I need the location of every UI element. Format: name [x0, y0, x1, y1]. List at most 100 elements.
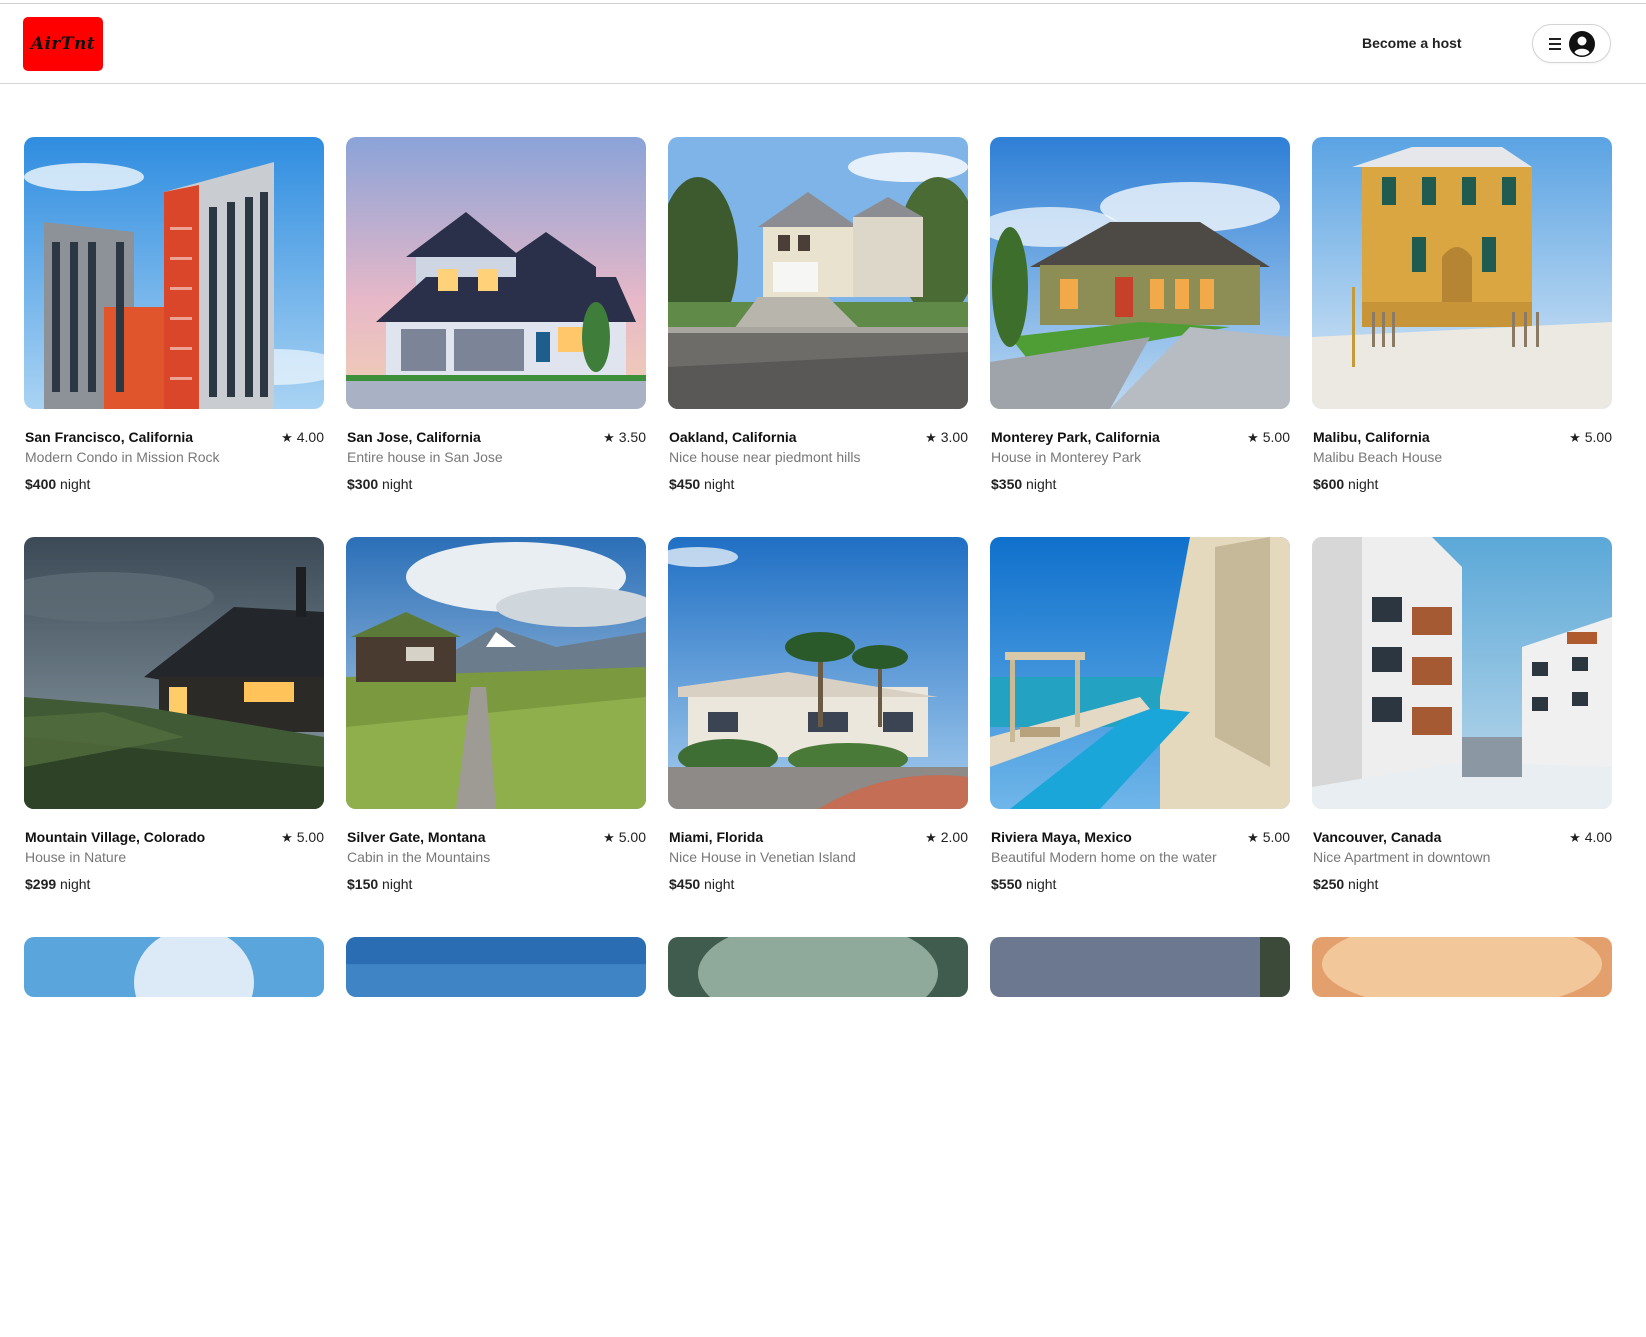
listing-rating: ★ 5.00 — [603, 829, 646, 846]
listing-price: $299 night — [25, 876, 90, 892]
rating-value: 5.00 — [1262, 829, 1290, 845]
rating-value: 3.00 — [940, 429, 968, 445]
listing-rating: ★ 5.00 — [1247, 429, 1290, 446]
rating-value: 5.00 — [296, 829, 324, 845]
price-unit: night — [1026, 876, 1057, 892]
listing-price: $450 night — [669, 876, 734, 892]
star-icon: ★ — [1247, 831, 1259, 846]
listing-photo[interactable] — [990, 937, 1290, 997]
price-amount: $550 — [991, 876, 1023, 892]
become-host-link[interactable]: Become a host — [1362, 35, 1462, 51]
listing-rating: ★ 5.00 — [281, 829, 324, 846]
price-amount: $350 — [991, 476, 1023, 492]
listing-photo[interactable] — [1312, 537, 1612, 809]
listing-card[interactable] — [346, 937, 646, 1337]
listing-card[interactable]: San Francisco, California ★ 4.00 Modern C… — [24, 137, 324, 537]
listing-location: Oakland, California — [669, 429, 797, 445]
price-amount: $400 — [25, 476, 57, 492]
listing-photo[interactable] — [668, 537, 968, 809]
listing-card[interactable]: Oakland, California ★ 3.00 Nice house nea… — [668, 137, 968, 537]
price-unit: night — [382, 476, 413, 492]
user-menu-button[interactable] — [1532, 24, 1611, 63]
listing-description: Nice Apartment in downtown — [1313, 849, 1491, 865]
listing-card[interactable]: San Jose, California ★ 3.50 Entire house … — [346, 137, 646, 537]
logo[interactable]: AirTnt — [23, 17, 103, 71]
price-unit: night — [1348, 876, 1379, 892]
listing-location: San Francisco, California — [25, 429, 194, 445]
listing-photo[interactable] — [668, 137, 968, 409]
site-header: AirTnt Become a host — [0, 4, 1646, 84]
listing-photo[interactable] — [346, 537, 646, 809]
price-amount: $250 — [1313, 876, 1345, 892]
star-icon: ★ — [603, 831, 615, 846]
listing-description: Malibu Beach House — [1313, 449, 1443, 465]
listing-price: $300 night — [347, 476, 412, 492]
listing-rating: ★ 2.00 — [925, 829, 968, 846]
listing-description: Entire house in San Jose — [347, 449, 503, 465]
price-unit: night — [1026, 476, 1057, 492]
price-amount: $450 — [669, 876, 701, 892]
price-amount: $150 — [347, 876, 379, 892]
listing-card[interactable]: Riviera Maya, Mexico ★ 5.00 Beautiful Mod… — [990, 537, 1290, 937]
listing-photo[interactable] — [1312, 137, 1612, 409]
listing-photo[interactable] — [1312, 937, 1612, 997]
listing-photo[interactable] — [668, 937, 968, 997]
listing-photo[interactable] — [24, 537, 324, 809]
listing-description: Nice House in Venetian Island — [669, 849, 856, 865]
listing-description: Modern Condo in Mission Rock — [25, 449, 220, 465]
price-unit: night — [60, 876, 91, 892]
listing-price: $550 night — [991, 876, 1056, 892]
price-unit: night — [704, 876, 735, 892]
star-icon: ★ — [1569, 431, 1581, 446]
listing-photo[interactable] — [24, 137, 324, 409]
listing-location: Silver Gate, Montana — [347, 829, 486, 845]
price-amount: $600 — [1313, 476, 1345, 492]
price-unit: night — [1348, 476, 1379, 492]
listing-card[interactable] — [668, 937, 968, 1337]
rating-value: 3.50 — [618, 429, 646, 445]
listing-card[interactable]: Miami, Florida ★ 2.00 Nice House in Venet… — [668, 537, 968, 937]
listing-price: $450 night — [669, 476, 734, 492]
listing-card[interactable]: Mountain Village, Colorado ★ 5.00 House i… — [24, 537, 324, 937]
star-icon: ★ — [1569, 831, 1581, 846]
listing-price: $400 night — [25, 476, 90, 492]
listing-price: $250 night — [1313, 876, 1378, 892]
listing-location: Miami, Florida — [669, 829, 764, 845]
price-unit: night — [704, 476, 735, 492]
listings-grid: San Francisco, California ★ 4.00 Modern C… — [24, 137, 1612, 1337]
user-avatar-icon — [1568, 30, 1595, 57]
listing-card[interactable] — [24, 937, 324, 1337]
listing-rating: ★ 5.00 — [1569, 429, 1612, 446]
rating-value: 4.00 — [1584, 829, 1612, 845]
listing-photo[interactable] — [990, 137, 1290, 409]
listing-photo[interactable] — [24, 937, 324, 997]
rating-value: 5.00 — [1262, 429, 1290, 445]
listing-photo[interactable] — [990, 537, 1290, 809]
star-icon: ★ — [925, 431, 937, 446]
listing-photo[interactable] — [346, 937, 646, 997]
listing-card[interactable] — [990, 937, 1290, 1337]
listing-card[interactable] — [1312, 937, 1612, 1337]
listing-location: Mountain Village, Colorado — [25, 829, 206, 845]
listing-card[interactable]: Monterey Park, California ★ 5.00 House in… — [990, 137, 1290, 537]
listing-card[interactable]: Vancouver, Canada ★ 4.00 Nice Apartment i… — [1312, 537, 1612, 937]
listing-photo[interactable] — [346, 137, 646, 409]
rating-value: 5.00 — [618, 829, 646, 845]
star-icon: ★ — [281, 831, 293, 846]
listing-location: Monterey Park, California — [991, 429, 1160, 445]
star-icon: ★ — [1247, 431, 1259, 446]
price-unit: night — [382, 876, 413, 892]
rating-value: 4.00 — [296, 429, 324, 445]
star-icon: ★ — [925, 831, 937, 846]
listing-rating: ★ 3.50 — [603, 429, 646, 446]
listing-rating: ★ 4.00 — [1569, 829, 1612, 846]
star-icon: ★ — [603, 431, 615, 446]
listing-rating: ★ 3.00 — [925, 429, 968, 446]
hamburger-icon — [1548, 37, 1561, 50]
listing-card[interactable]: Malibu, California ★ 5.00 Malibu Beach Ho… — [1312, 137, 1612, 537]
logo-text: AirTnt — [30, 34, 96, 54]
listing-price: $350 night — [991, 476, 1056, 492]
listing-card[interactable]: Silver Gate, Montana ★ 5.00 Cabin in the … — [346, 537, 646, 937]
listing-price: $600 night — [1313, 476, 1378, 492]
listing-price: $150 night — [347, 876, 412, 892]
